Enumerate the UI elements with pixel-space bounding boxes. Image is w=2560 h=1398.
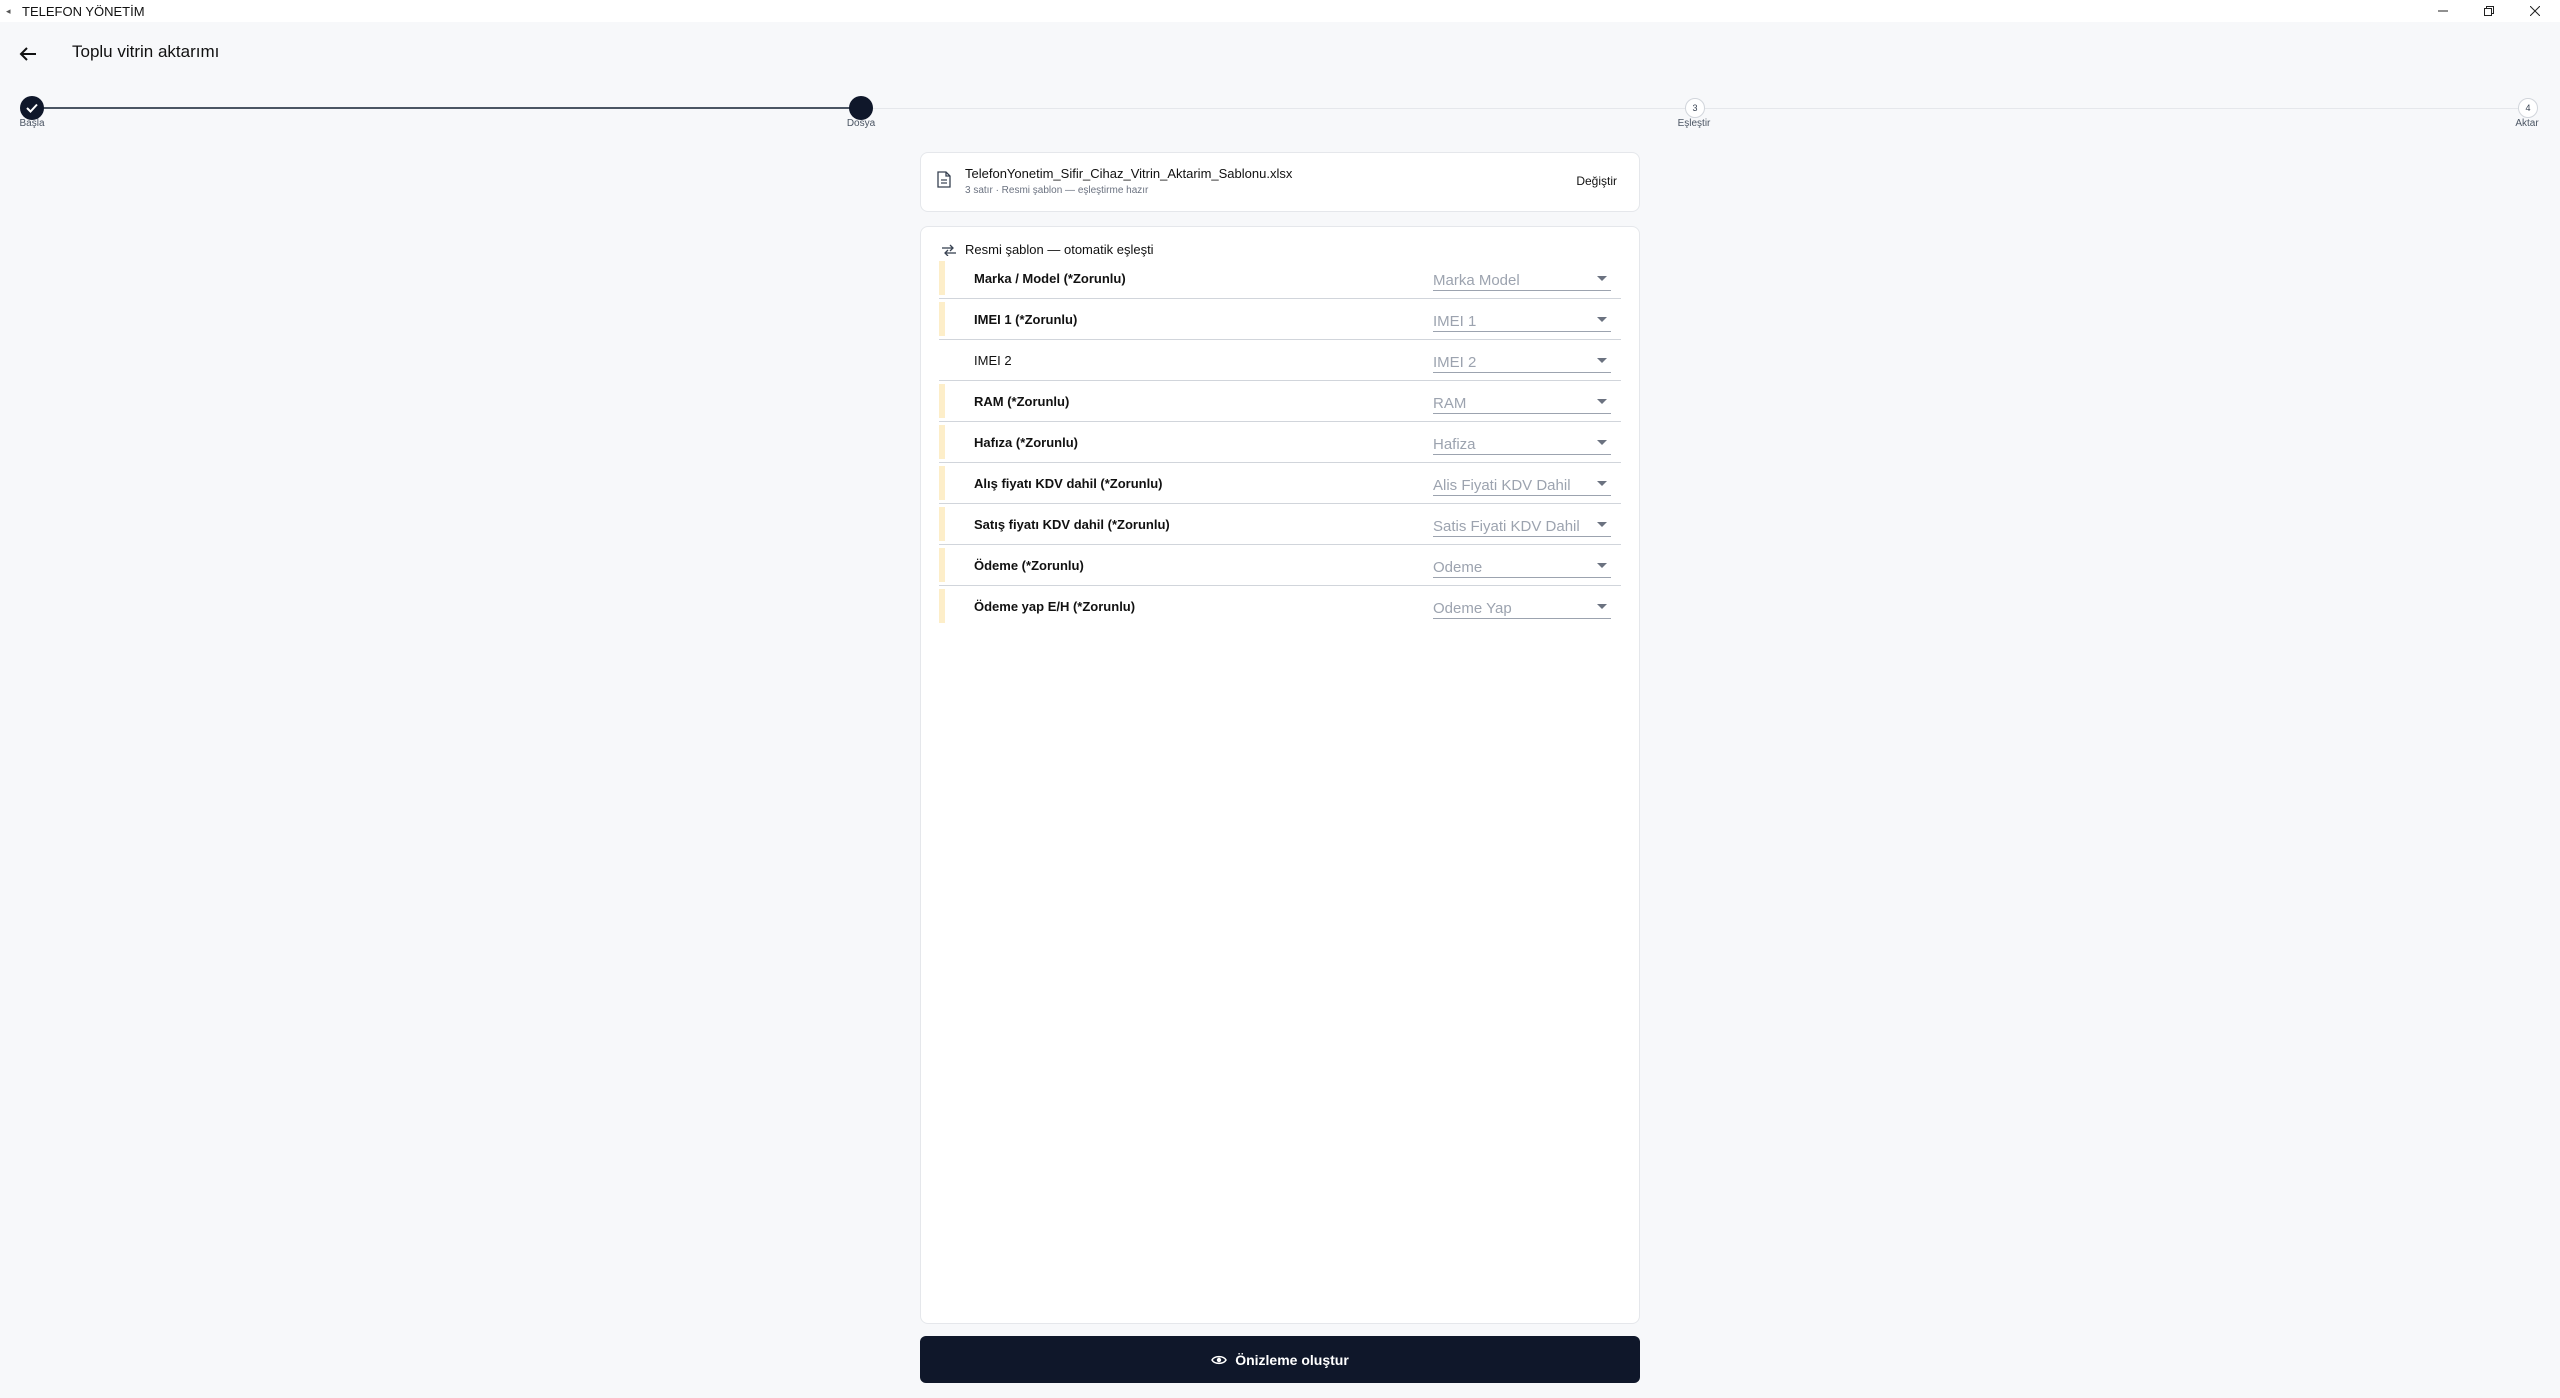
mapping-row: Hafıza (*Zorunlu) Hafiza (939, 422, 1621, 463)
dropdown-arrow-icon (1597, 358, 1607, 363)
step-3-label: Eşleştir (1677, 118, 1711, 129)
close-icon (2530, 6, 2540, 16)
column-select[interactable]: Alis Fiyati KDV Dahil (1433, 473, 1611, 496)
step-3-dot[interactable]: 3 (1685, 98, 1705, 118)
mapping-title: Resmi şablon — otomatik eşleşti (965, 242, 1154, 257)
file-name: TelefonYonetim_Sifir_Cihaz_Vitrin_Aktari… (965, 166, 1293, 181)
column-select-value: IMEI 1 (1433, 313, 1477, 330)
step-1-dot[interactable] (20, 96, 44, 120)
compare-arrows-icon (942, 244, 956, 256)
mapping-row: Alış fiyatı KDV dahil (*Zorunlu) Alis Fi… (939, 463, 1621, 504)
dropdown-arrow-icon (1597, 276, 1607, 281)
required-indicator (939, 548, 945, 582)
column-select-value: Odeme (1433, 559, 1483, 576)
required-indicator (939, 507, 945, 541)
field-label: Satış fiyatı KDV dahil (*Zorunlu) (974, 517, 1170, 532)
arrow-left-icon (19, 47, 36, 61)
dropdown-arrow-icon (1597, 399, 1607, 404)
step-1-label: Başla (19, 118, 45, 129)
mapping-rows: Marka / Model (*Zorunlu) Marka Model IME… (939, 258, 1621, 626)
mapping-row: RAM (*Zorunlu) RAM (939, 381, 1621, 422)
create-preview-button[interactable]: Önizleme oluştur (920, 1336, 1640, 1383)
step-4-dot[interactable]: 4 (2518, 98, 2538, 118)
column-select-value: Alis Fiyati KDV Dahil (1433, 477, 1571, 494)
dropdown-arrow-icon (1597, 563, 1607, 568)
mapping-row: Ödeme yap E/H (*Zorunlu) Odeme Yap (939, 586, 1621, 626)
required-indicator (939, 425, 945, 459)
field-label: Ödeme (*Zorunlu) (974, 558, 1084, 573)
mapping-row: Marka / Model (*Zorunlu) Marka Model (939, 258, 1621, 299)
column-select-value: Marka Model (1433, 272, 1520, 289)
column-select-value: IMEI 2 (1433, 354, 1477, 371)
mapping-row: IMEI 2 IMEI 2 (939, 340, 1621, 381)
field-label: Hafıza (*Zorunlu) (974, 435, 1078, 450)
dropdown-arrow-icon (1597, 522, 1607, 527)
close-button[interactable] (2512, 0, 2558, 22)
field-label: Ödeme yap E/H (*Zorunlu) (974, 599, 1136, 614)
create-preview-label: Önizleme oluştur (1235, 1351, 1349, 1368)
column-select[interactable]: RAM (1433, 391, 1611, 414)
required-indicator (939, 384, 945, 418)
column-mapping-card: Resmi şablon — otomatik eşleşti Marka / … (920, 226, 1640, 1324)
mapping-row: Satış fiyatı KDV dahil (*Zorunlu) Satis … (939, 504, 1621, 545)
selected-file-card: TelefonYonetim_Sifir_Cihaz_Vitrin_Aktari… (920, 152, 1640, 212)
column-select-value: Odeme Yap (1433, 600, 1512, 617)
dropdown-arrow-icon (1597, 440, 1607, 445)
minimize-icon (2438, 10, 2448, 12)
dropdown-arrow-icon (1597, 317, 1607, 322)
dropdown-arrow-icon (1597, 481, 1607, 486)
required-indicator (939, 466, 945, 500)
minimize-button[interactable] (2420, 0, 2466, 22)
column-select-value: Satis Fiyati KDV Dahil (1433, 518, 1580, 535)
column-select[interactable]: Marka Model (1433, 268, 1611, 291)
required-indicator (939, 302, 945, 336)
column-select[interactable]: Odeme Yap (1433, 596, 1611, 619)
column-select[interactable]: IMEI 2 (1433, 350, 1611, 373)
column-select-value: Hafiza (1433, 436, 1476, 453)
change-file-button[interactable]: Değiştir (1576, 174, 1617, 188)
step-4-label: Aktar (2515, 118, 2539, 129)
column-select[interactable]: Satis Fiyati KDV Dahil (1433, 514, 1611, 537)
step-2-dot[interactable] (849, 96, 873, 120)
field-label: IMEI 2 (974, 353, 1012, 368)
required-indicator (939, 261, 945, 295)
window-titlebar: ◂ TELEFON YÖNETİM (0, 0, 2560, 22)
field-label: Marka / Model (*Zorunlu) (974, 271, 1126, 286)
field-label: IMEI 1 (*Zorunlu) (974, 312, 1078, 327)
optional-indicator (939, 343, 945, 377)
page-title: Toplu vitrin aktarımı (72, 42, 220, 61)
dropdown-arrow-icon (1597, 604, 1607, 609)
file-subtitle: 3 satır · Resmi şablon — eşleştirme hazı… (965, 185, 1149, 196)
window-title: TELEFON YÖNETİM (22, 4, 145, 19)
column-select[interactable]: IMEI 1 (1433, 309, 1611, 332)
column-select[interactable]: Hafiza (1433, 432, 1611, 455)
field-label: Alış fiyatı KDV dahil (*Zorunlu) (974, 476, 1163, 491)
restore-icon (2484, 6, 2494, 16)
document-icon (937, 171, 951, 188)
restore-button[interactable] (2466, 0, 2512, 22)
required-indicator (939, 589, 945, 623)
check-icon (26, 103, 38, 113)
back-button[interactable] (14, 40, 42, 68)
stepper-progress-line (32, 107, 860, 109)
eye-icon (1211, 1355, 1228, 1364)
mapping-row: Ödeme (*Zorunlu) Odeme (939, 545, 1621, 586)
column-select-value: RAM (1433, 395, 1467, 412)
app-icon: ◂ (6, 6, 11, 16)
column-select[interactable]: Odeme (1433, 555, 1611, 578)
mapping-row: IMEI 1 (*Zorunlu) IMEI 1 (939, 299, 1621, 340)
step-2-label: Dosya (846, 118, 876, 129)
mapping-header: Resmi şablon — otomatik eşleşti (941, 242, 1154, 257)
field-label: RAM (*Zorunlu) (974, 394, 1070, 409)
